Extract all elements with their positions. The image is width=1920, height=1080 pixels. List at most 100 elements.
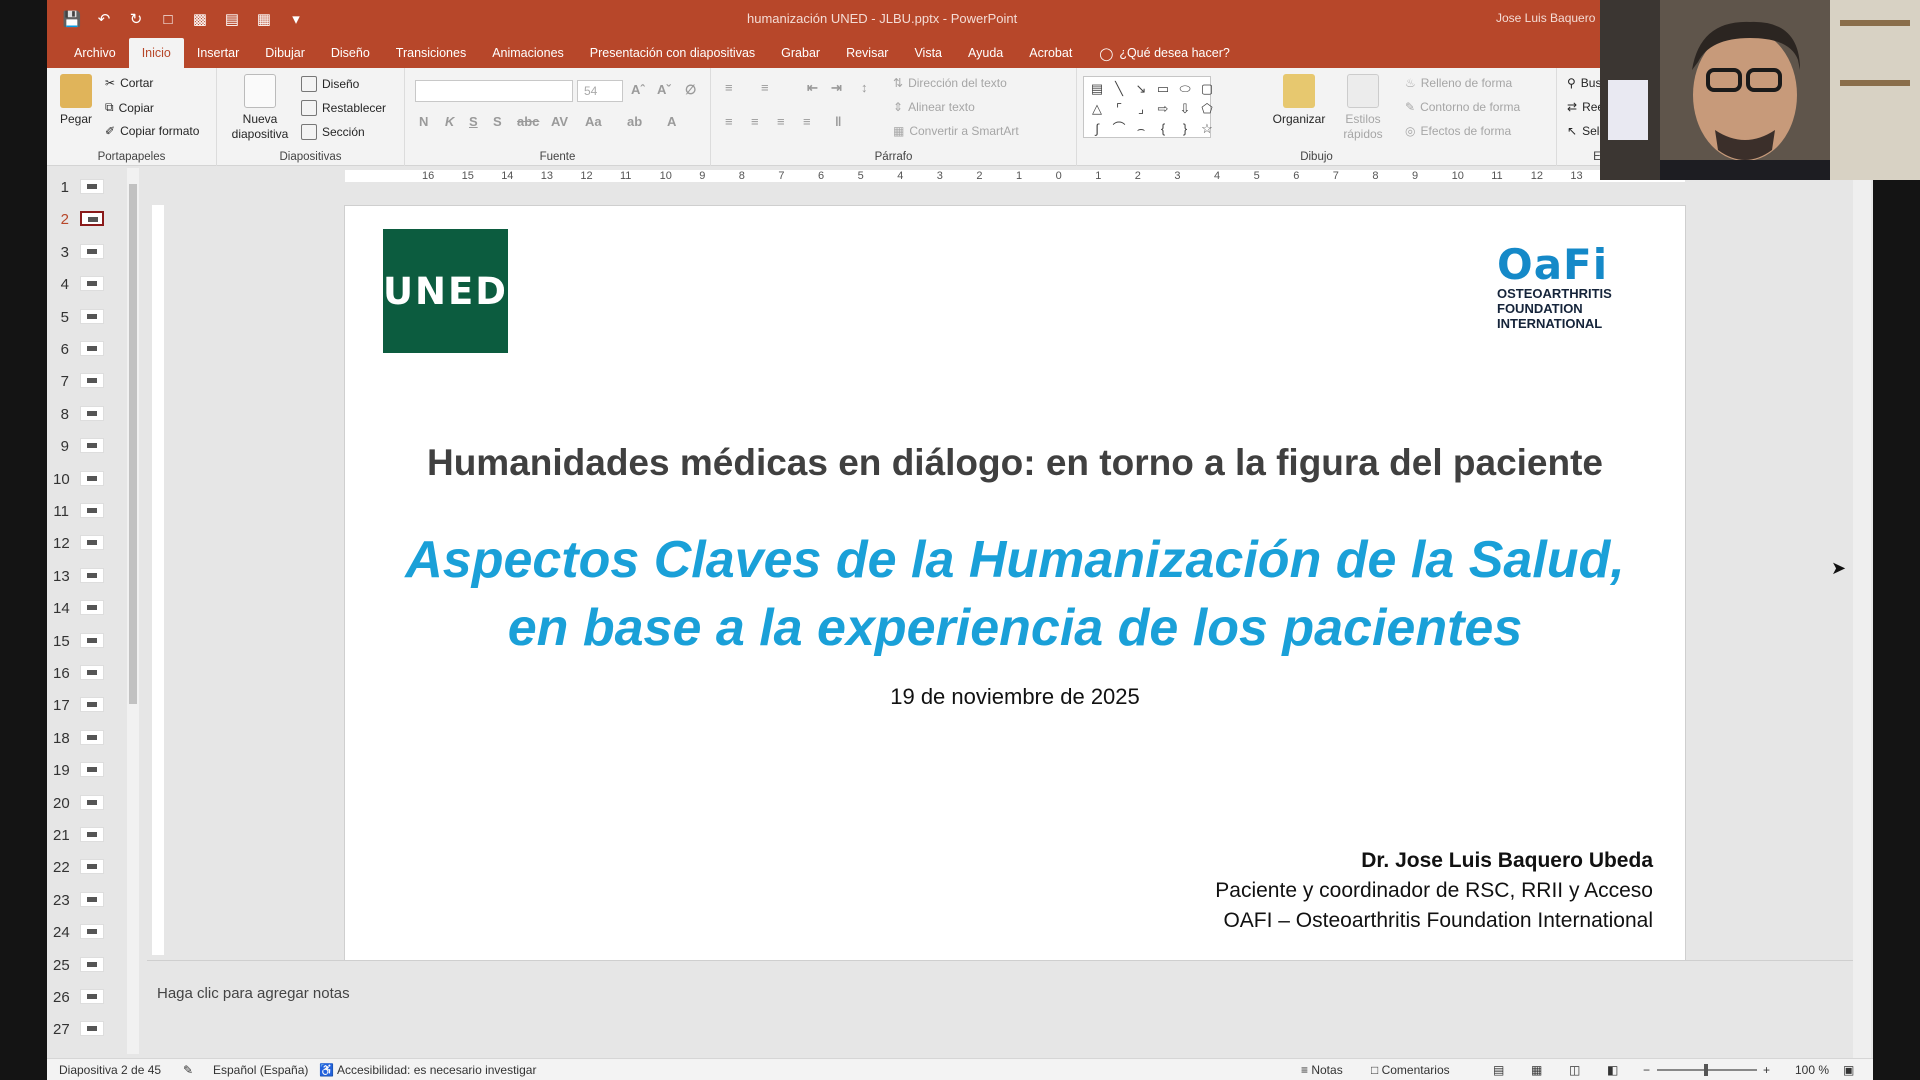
slide-title[interactable]: Aspectos Claves de la Humanización de la… <box>345 526 1685 662</box>
spellcheck-icon[interactable]: ✎ <box>183 1063 193 1077</box>
grow-font-icon[interactable]: Aˆ <box>631 82 645 97</box>
author-block[interactable]: Dr. Jose Luis Baquero Ubeda Paciente y c… <box>1215 846 1653 936</box>
user-name[interactable]: Jose Luis Baquero <box>1496 11 1595 25</box>
tab-vista[interactable]: Vista <box>901 38 955 68</box>
layout-button[interactable]: Diseño <box>301 76 359 92</box>
fit-slide-icon[interactable]: ▣ <box>1843 1063 1854 1077</box>
oafi-logo[interactable]: OaFi OSTEOARTHRITIS FOUNDATION INTERNATI… <box>1497 244 1647 332</box>
justify-icon[interactable]: ≡ <box>803 114 811 129</box>
font-color-icon[interactable]: A <box>667 114 676 129</box>
connector-shape-icon[interactable]: ⌟ <box>1131 100 1151 118</box>
layout-icon[interactable]: ▤ <box>221 8 243 30</box>
tab-insertar[interactable]: Insertar <box>184 38 252 68</box>
increase-indent-icon[interactable]: ⇥ <box>831 80 842 96</box>
curve-shape-icon[interactable]: ⌒ <box>1109 120 1129 138</box>
triangle-shape-icon[interactable]: △ <box>1087 100 1107 118</box>
decrease-indent-icon[interactable]: ⇤ <box>807 80 818 96</box>
section-button[interactable]: Sección <box>301 124 365 140</box>
arc-shape-icon[interactable]: ⌢ <box>1131 120 1151 138</box>
slide-canvas[interactable]: UNED OaFi OSTEOARTHRITIS FOUNDATION INTE… <box>345 206 1685 960</box>
accessibility-status[interactable]: Accesibilidad: es necesario investigar <box>337 1063 536 1077</box>
rounded-rect-shape-icon[interactable]: ▢ <box>1197 80 1217 98</box>
case-icon[interactable]: Aa <box>585 114 602 129</box>
tab-acrobat[interactable]: Acrobat <box>1016 38 1085 68</box>
notes-toggle[interactable]: ≡ Notas <box>1301 1063 1343 1077</box>
tab-animaciones[interactable]: Animaciones <box>479 38 577 68</box>
spacing-icon[interactable]: AV <box>551 114 568 129</box>
freeform-shape-icon[interactable]: ∫ <box>1087 120 1107 138</box>
down-arrow-shape-icon[interactable]: ⇩ <box>1175 100 1195 118</box>
shape-outline-button[interactable]: ✎ Contorno de forma <box>1405 100 1520 114</box>
paste-button[interactable]: Pegar <box>59 74 93 127</box>
reading-view-icon[interactable]: ◫ <box>1569 1063 1580 1077</box>
thumbnails-scrollbar[interactable] <box>127 168 139 1054</box>
right-arrow-shape-icon[interactable]: ⇨ <box>1153 100 1173 118</box>
redo-icon[interactable]: ↻ <box>125 8 147 30</box>
cut-button[interactable]: ✂ Cortar <box>105 76 153 90</box>
comments-toggle[interactable]: □ Comentarios <box>1371 1063 1450 1077</box>
present-from-start-icon[interactable]: □ <box>157 8 179 30</box>
textbox-shape-icon[interactable]: ▤ <box>1087 80 1107 98</box>
shrink-font-icon[interactable]: Aˇ <box>657 82 671 97</box>
brace-right-shape-icon[interactable]: } <box>1175 120 1195 138</box>
oval-shape-icon[interactable]: ⬭ <box>1175 80 1195 98</box>
new-slide-icon[interactable]: ▩ <box>189 8 211 30</box>
arrange-button[interactable]: Organizar <box>1269 74 1329 127</box>
bullets-icon[interactable]: ≡ <box>725 80 733 95</box>
copy-button[interactable]: ⧉ Copiar <box>105 100 154 115</box>
brace-left-shape-icon[interactable]: { <box>1153 120 1173 138</box>
tab-diseno[interactable]: Diseño <box>318 38 383 68</box>
zoom-in-icon[interactable]: + <box>1763 1063 1770 1077</box>
tab-archivo[interactable]: Archivo <box>61 38 129 68</box>
slideshow-icon[interactable]: ◧ <box>1607 1063 1618 1077</box>
text-direction-button[interactable]: ⇅ Dirección del texto <box>893 76 1007 90</box>
tab-revisar[interactable]: Revisar <box>833 38 901 68</box>
columns-icon[interactable]: ‖ <box>835 114 841 129</box>
language-indicator[interactable]: Español (España) <box>213 1063 308 1077</box>
align-center-icon[interactable]: ≡ <box>751 114 759 129</box>
new-slide-button[interactable]: Nueva diapositiva <box>225 74 295 142</box>
bold-icon[interactable]: N <box>419 114 428 129</box>
zoom-slider-thumb[interactable] <box>1704 1064 1708 1076</box>
normal-view-icon[interactable]: ▤ <box>1493 1063 1504 1077</box>
tab-presentacion[interactable]: Presentación con diapositivas <box>577 38 768 68</box>
tab-dibujar[interactable]: Dibujar <box>252 38 318 68</box>
tell-me-box[interactable]: ◯ ¿Qué desea hacer? <box>1099 46 1230 61</box>
notes-pane[interactable]: Haga clic para agregar notas <box>147 960 1853 1058</box>
reset-button[interactable]: Restablecer <box>301 100 386 116</box>
accessibility-icon[interactable]: ♿ <box>319 1063 334 1077</box>
font-name-input[interactable] <box>415 80 573 102</box>
vertical-ruler[interactable] <box>152 205 164 955</box>
underline-icon[interactable]: S <box>469 114 478 129</box>
strike-icon[interactable]: abc <box>517 114 539 129</box>
numbering-icon[interactable]: ≡ <box>761 80 769 95</box>
slide-sorter-icon[interactable]: ▦ <box>1531 1063 1542 1077</box>
slide-subtitle[interactable]: Humanidades médicas en diálogo: en torno… <box>345 442 1685 484</box>
paste-icon[interactable]: ▦ <box>253 8 275 30</box>
rectangle-shape-icon[interactable]: ▭ <box>1153 80 1173 98</box>
zoom-out-icon[interactable]: − <box>1643 1063 1650 1077</box>
align-left-icon[interactable]: ≡ <box>725 114 733 129</box>
pentagon-shape-icon[interactable]: ⬠ <box>1197 100 1217 118</box>
tab-transiciones[interactable]: Transiciones <box>383 38 479 68</box>
shape-fill-button[interactable]: ♨ Relleno de forma <box>1405 76 1512 90</box>
undo-icon[interactable]: ↶ <box>93 8 115 30</box>
align-text-button[interactable]: ⇕ Alinear texto <box>893 100 975 114</box>
arrow-line-shape-icon[interactable]: ↘ <box>1131 80 1151 98</box>
elbow-shape-icon[interactable]: ⌜ <box>1109 100 1129 118</box>
thumbnails-scroll-thumb[interactable] <box>129 184 137 704</box>
customize-qat-icon[interactable]: ▾ <box>285 8 307 30</box>
shape-effects-button[interactable]: ◎ Efectos de forma <box>1405 124 1511 138</box>
italic-icon[interactable]: K <box>445 114 454 129</box>
star-shape-icon[interactable]: ☆ <box>1197 120 1217 138</box>
format-painter-button[interactable]: ✐ Copiar formato <box>105 124 199 138</box>
slide-date[interactable]: 19 de noviembre de 2025 <box>345 684 1685 710</box>
slide-vertical-scrollbar[interactable] <box>1853 168 1871 1058</box>
tab-grabar[interactable]: Grabar <box>768 38 833 68</box>
font-size-input[interactable]: 54 <box>577 80 623 102</box>
tab-inicio[interactable]: Inicio <box>128 38 184 68</box>
quick-styles-button[interactable]: Estilos rápidos <box>1335 74 1391 142</box>
line-spacing-icon[interactable]: ↕ <box>861 80 868 95</box>
uned-logo[interactable]: UNED <box>383 229 508 353</box>
zoom-level[interactable]: 100 % <box>1795 1063 1829 1077</box>
